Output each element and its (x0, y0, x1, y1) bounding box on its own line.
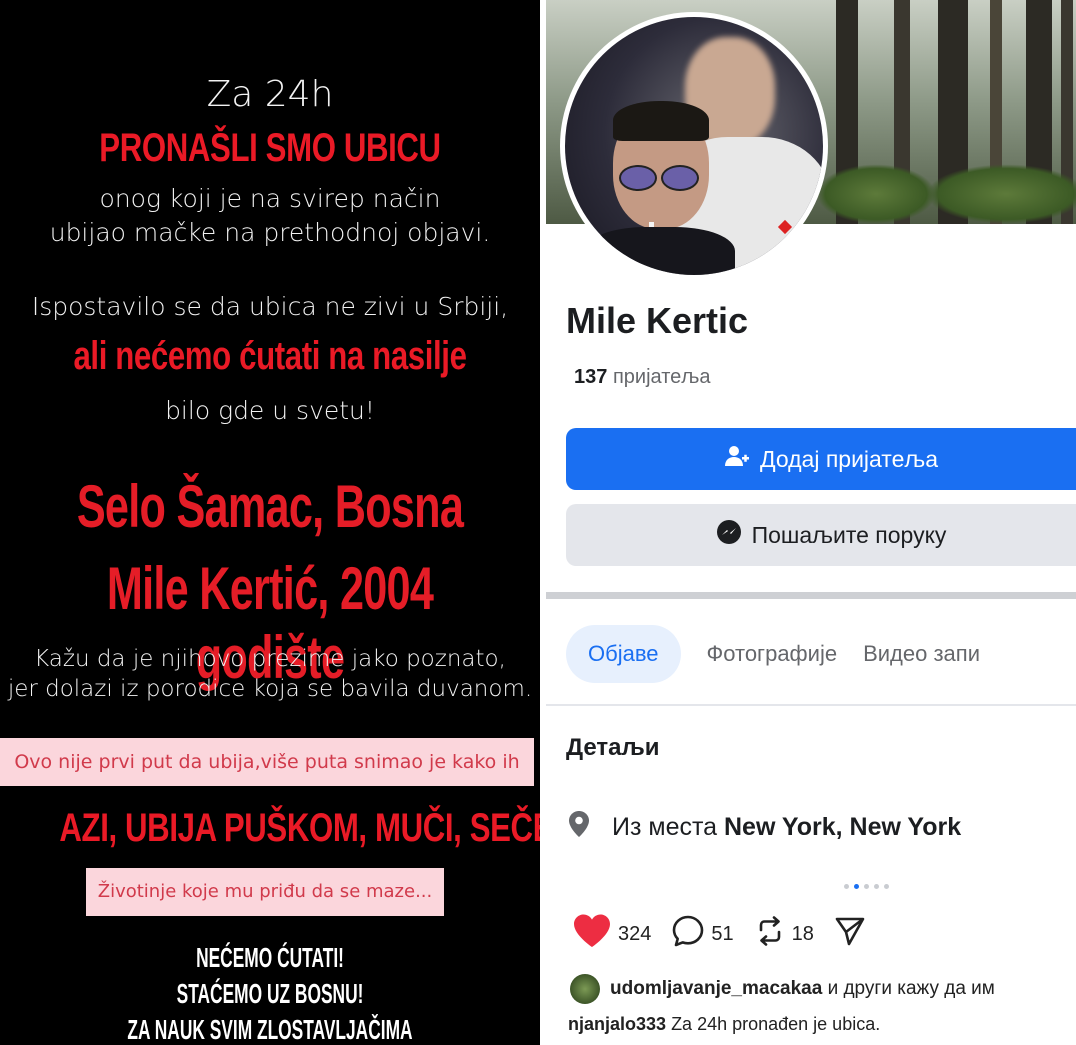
friends-count[interactable]: 137 пријатеља (574, 366, 711, 389)
profile-name: Mile Kertic (566, 300, 749, 341)
story-line-azi: AZI, UBIJA PUŠKOM, MUČI, SEČE REPOVE NA … (59, 806, 540, 850)
story-line-onog-1: onog koji je na svirep način (99, 184, 441, 213)
profile-panel: Mile Kertic 137 пријатеља Додај пријатељ… (546, 0, 1076, 1045)
story-line-necemo: NEĆEMO ĆUTATI! (196, 942, 344, 973)
story-line-kazu-1: Kažu da je njihovo prezime jako poznato, (34, 646, 506, 672)
likes-count: 324 (618, 922, 652, 945)
liker-avatar[interactable] (570, 974, 600, 1004)
post-actions: 324 51 18 (572, 913, 866, 955)
story-line-ali: ali nećemo ćutati na nasilje (73, 334, 467, 378)
caption-text: Za 24h pronađen je ubica. (671, 1014, 881, 1034)
story-line-stacemo: STAĆEMO UZ BOSNU! (176, 978, 364, 1009)
messenger-icon (716, 519, 742, 551)
repost-icon[interactable] (754, 915, 786, 953)
story-line-za24h: Za 24h (206, 74, 334, 115)
story-pink-box-1: Ovo nije prvi put da ubija,više puta sni… (0, 738, 534, 786)
carousel-dots (844, 884, 889, 889)
post-caption: njanjalo333 Za 24h pronađen je ubica. (568, 1014, 880, 1035)
person-add-icon (724, 444, 750, 474)
story-pink-box-2: Životinje koje mu priđu da se maze... (86, 868, 444, 916)
share-send-icon[interactable] (834, 915, 866, 953)
story-line-kazu-2: jer dolazi iz porodice koja se bavila du… (7, 676, 533, 702)
location-pin-icon (568, 810, 590, 845)
story-line-zanauk: ZA NAUK SVIM ZLOSTAVLJAČIMA ŠIROM SVETA! (127, 1014, 413, 1045)
story-line-bilo: bilo gde u svetu! (165, 396, 375, 425)
send-message-button[interactable]: Пошаљите поруку (566, 504, 1076, 566)
location-value: New York, New York (724, 813, 962, 841)
tabs-divider (546, 704, 1076, 706)
add-friend-label: Додај пријатеља (759, 445, 939, 472)
send-message-label: Пошаљите поруку (751, 521, 947, 548)
story-line-ispostavilo: Ispostavilo se da ubica ne zivi u Srbiji… (31, 292, 509, 321)
comments-count: 51 (711, 922, 734, 945)
friends-label: пријатеља (612, 366, 711, 388)
liked-by-suffix: и други кажу да им (827, 978, 995, 999)
story-panel: Za 24h PRONAŠLI SMO UBICU onog koji je n… (0, 0, 540, 1045)
caption-username[interactable]: njanjalo333 (568, 1014, 666, 1034)
liked-by-row: udomljavanje_macakaa и други кажу да им (570, 974, 995, 1004)
profile-tabs: Објаве Фотографије Видео запи (566, 622, 980, 686)
reposts-count: 18 (791, 922, 814, 945)
story-line-pronasli: PRONAŠLI SMO UBICU (99, 126, 441, 170)
section-divider (546, 592, 1076, 599)
tab-posts[interactable]: Објаве (566, 625, 681, 683)
story-line-selo: Selo Šamac, Bosna (76, 473, 464, 540)
location-row: Из места New York, New York (568, 810, 961, 845)
story-line-onog-2: ubijao mačke na prethodnoj objavi. (49, 218, 491, 247)
add-friend-button[interactable]: Додај пријатеља (566, 428, 1076, 490)
friends-number: 137 (574, 366, 608, 388)
tab-videos[interactable]: Видео запи (863, 641, 980, 667)
heart-icon[interactable] (572, 913, 612, 955)
details-title: Детаљи (566, 734, 660, 761)
location-prefix: Из места (612, 813, 718, 841)
tab-photos[interactable]: Фотографије (707, 641, 838, 667)
profile-avatar[interactable] (560, 12, 828, 280)
comment-icon[interactable] (671, 914, 705, 954)
liker-username[interactable]: udomljavanje_macakaa (610, 978, 822, 999)
